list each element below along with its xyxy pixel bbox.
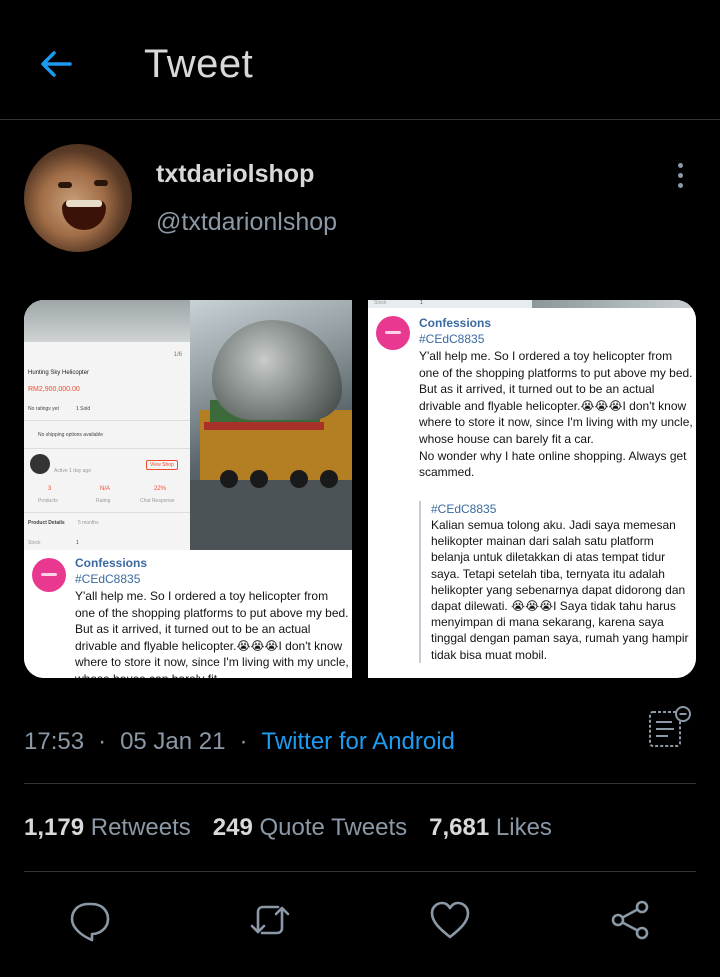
retweet-icon[interactable] [248, 898, 292, 942]
likes-stat[interactable]: 7,681 Likes [429, 814, 552, 841]
author-display-name[interactable]: txtdariolshop [156, 160, 314, 189]
avatar[interactable] [24, 144, 132, 252]
more-icon[interactable] [668, 160, 692, 194]
back-arrow-icon[interactable] [36, 44, 76, 84]
quote-tweets-stat[interactable]: 249 Quote Tweets [213, 814, 407, 841]
confessions-logo [376, 316, 410, 350]
action-bar [0, 894, 720, 950]
divider [24, 871, 696, 872]
tweet-stats: 1,179 Retweets 249 Quote Tweets 7,681 Like… [24, 814, 552, 842]
confessions-logo [32, 558, 66, 592]
source-link[interactable]: Twitter for Android [261, 728, 454, 755]
like-icon[interactable] [428, 898, 472, 942]
media-image-1[interactable]: 1/6 Hunting Sky Helicopter RM2,900,000.0… [24, 300, 352, 678]
quoted-confession: #CEdC8835 Kalian semua tolong aku. Jadi … [419, 501, 695, 663]
media-image-2[interactable]: Stock 1 Confessions #CEdC8835 Y'all help… [368, 300, 696, 678]
share-icon[interactable] [608, 898, 652, 942]
tweet-timestamp: 17:53 · 05 Jan 21 · Twitter for Android [24, 728, 455, 755]
tweet-media: 1/6 Hunting Sky Helicopter RM2,900,000.0… [24, 300, 696, 678]
top-bar: Tweet [0, 0, 720, 120]
page-title: Tweet [144, 42, 254, 86]
analytics-icon[interactable] [646, 704, 692, 750]
reply-icon[interactable] [68, 898, 112, 942]
helicopter-photo [190, 300, 352, 550]
author-handle[interactable]: @txtdarionlshop [156, 208, 337, 237]
retweets-stat[interactable]: 1,179 Retweets [24, 814, 191, 841]
shop-screenshot: 1/6 Hunting Sky Helicopter RM2,900,000.0… [24, 300, 190, 550]
confession-card: Confessions #CEdC8835 Y'all help me. So … [24, 550, 352, 678]
confession-card: Confessions #CEdC8835 Y'all help me. So … [368, 308, 696, 678]
divider [24, 783, 696, 784]
